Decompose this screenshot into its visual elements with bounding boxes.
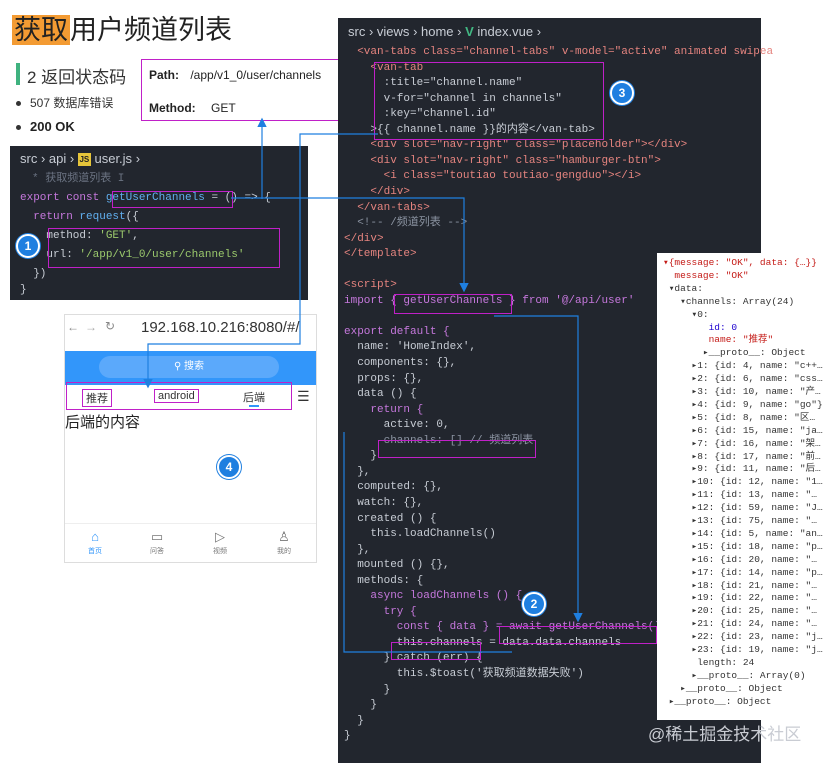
arrow-await-to-request — [343, 432, 512, 653]
connector-arrows — [143, 117, 583, 653]
watermark: @稀土掘金技术社区 — [648, 725, 802, 744]
arrow-import-to-definition — [231, 197, 469, 293]
arrow-import-to-call — [494, 315, 583, 623]
arrow-channels-to-template — [143, 133, 378, 389]
